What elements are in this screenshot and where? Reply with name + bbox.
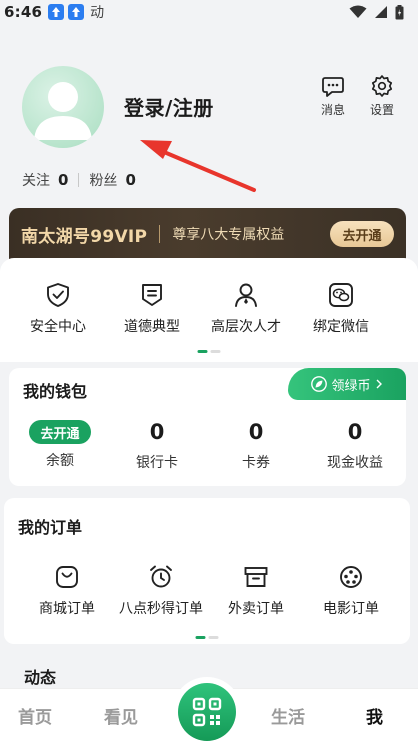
gear-icon bbox=[371, 75, 393, 97]
wifi-icon bbox=[349, 5, 367, 18]
annotation-arrow bbox=[140, 140, 256, 192]
page-dot-active bbox=[197, 350, 208, 353]
wallet-bank-card[interactable]: 0 银行卡 bbox=[112, 418, 202, 472]
wallet-coupons[interactable]: 0 卡券 bbox=[211, 418, 301, 472]
page-indicator bbox=[195, 636, 219, 639]
avatar[interactable] bbox=[22, 66, 104, 148]
notification-text: 动 bbox=[90, 5, 105, 21]
shopping-bag-icon bbox=[56, 566, 78, 588]
status-bar: 6:46 动 bbox=[0, 0, 418, 24]
order-movie[interactable]: 电影订单 bbox=[301, 564, 401, 618]
balance-label: 余额 bbox=[46, 453, 74, 469]
chat-bubble-icon bbox=[322, 77, 344, 97]
page-indicator bbox=[197, 350, 221, 353]
balance-open-button[interactable]: 去开通 bbox=[29, 420, 91, 444]
green-coin-label: 领绿币 bbox=[331, 378, 371, 394]
wallet-cash-income[interactable]: 0 现金收益 bbox=[310, 418, 400, 472]
notification-icons: 动 bbox=[48, 2, 104, 22]
coupon-value: 0 bbox=[248, 420, 264, 444]
page-dot bbox=[208, 636, 219, 639]
order-takeout[interactable]: 外卖订单 bbox=[206, 564, 306, 618]
service-label: 道德典型 bbox=[124, 319, 180, 335]
follow-count[interactable]: 0 bbox=[58, 171, 68, 189]
tab-home[interactable]: 首页 bbox=[18, 703, 52, 728]
default-avatar-icon bbox=[34, 82, 92, 140]
cash-income-label: 现金收益 bbox=[327, 455, 383, 471]
order-label: 电影订单 bbox=[323, 601, 379, 617]
signal-icon bbox=[375, 6, 387, 18]
system-status-icons bbox=[349, 4, 404, 20]
fans-count[interactable]: 0 bbox=[125, 171, 135, 189]
page-dot bbox=[210, 350, 221, 353]
app-notification-icon bbox=[48, 4, 65, 20]
service-label: 绑定微信 bbox=[313, 319, 369, 335]
order-mall[interactable]: 商城订单 bbox=[17, 564, 117, 618]
order-label: 商城订单 bbox=[39, 601, 95, 617]
cash-income-value: 0 bbox=[347, 420, 363, 444]
leaf-coin-icon bbox=[311, 376, 328, 392]
divider bbox=[159, 225, 161, 243]
vip-open-button[interactable]: 去开通 bbox=[330, 221, 394, 247]
service-moral-model[interactable]: 道德典型 bbox=[104, 282, 200, 336]
orders-card: 我的订单 商城订单 八点秒得订单 外卖订单 电影订单 bbox=[4, 498, 410, 644]
settings-button[interactable]: 设置 bbox=[362, 74, 402, 118]
scan-button[interactable] bbox=[178, 683, 236, 741]
orders-title: 我的订单 bbox=[18, 518, 83, 537]
wallet-card: 我的钱包 领绿币 去开通 余额 0 银行卡 0 卡券 0 现金收益 bbox=[9, 368, 406, 486]
service-security-center[interactable]: 安全中心 bbox=[10, 282, 106, 336]
battery-icon bbox=[395, 4, 404, 19]
order-label: 外卖订单 bbox=[228, 601, 284, 617]
feed-section-title: 动态 bbox=[24, 668, 57, 687]
box-icon bbox=[244, 567, 268, 587]
messages-label: 消息 bbox=[320, 103, 345, 117]
vip-name: 南太湖号99VIP bbox=[21, 226, 148, 247]
messages-button[interactable]: 消息 bbox=[313, 74, 353, 118]
service-bind-wechat[interactable]: 绑定微信 bbox=[293, 282, 389, 336]
tab-watch[interactable]: 看见 bbox=[104, 703, 138, 728]
bank-card-value: 0 bbox=[149, 420, 165, 444]
follow-label[interactable]: 关注 bbox=[22, 170, 50, 190]
tab-life[interactable]: 生活 bbox=[271, 703, 305, 728]
vip-banner[interactable]: 南太湖号99VIP 尊享八大专属权益 去开通 bbox=[9, 208, 406, 260]
qr-scan-icon bbox=[192, 697, 222, 727]
chevron-right-icon bbox=[376, 379, 382, 389]
status-time: 6:46 bbox=[4, 3, 43, 21]
film-reel-icon bbox=[340, 566, 362, 588]
claim-green-coin-button[interactable]: 领绿币 bbox=[288, 368, 406, 400]
service-high-level-talent[interactable]: 高层次人才 bbox=[198, 282, 294, 336]
vip-benefit-text: 尊享八大专属权益 bbox=[172, 227, 285, 243]
app-notification-icon bbox=[68, 4, 85, 20]
service-label: 高层次人才 bbox=[211, 319, 281, 335]
follow-stats: 关注 0 粉丝 0 bbox=[22, 170, 136, 190]
login-register-link[interactable]: 登录/注册 bbox=[124, 92, 214, 121]
wallet-title: 我的钱包 bbox=[23, 382, 88, 401]
tab-me[interactable]: 我 bbox=[366, 703, 383, 728]
person-icon bbox=[235, 283, 257, 307]
order-flash-sale[interactable]: 八点秒得订单 bbox=[111, 564, 211, 618]
wechat-icon bbox=[329, 283, 353, 307]
service-label: 安全中心 bbox=[30, 319, 86, 335]
alarm-clock-icon bbox=[150, 565, 172, 588]
wallet-balance[interactable]: 去开通 余额 bbox=[15, 418, 105, 470]
quick-services-card: 安全中心 道德典型 高层次人才 绑定微信 bbox=[0, 258, 418, 362]
shield-check-icon bbox=[47, 283, 69, 307]
settings-label: 设置 bbox=[369, 103, 394, 117]
divider bbox=[78, 173, 80, 187]
coupon-label: 卡券 bbox=[242, 455, 270, 471]
order-label: 八点秒得订单 bbox=[119, 601, 203, 617]
page-dot-active bbox=[195, 636, 206, 639]
bank-card-label: 银行卡 bbox=[136, 455, 178, 471]
fans-label[interactable]: 粉丝 bbox=[89, 170, 117, 190]
badge-icon bbox=[142, 284, 162, 306]
